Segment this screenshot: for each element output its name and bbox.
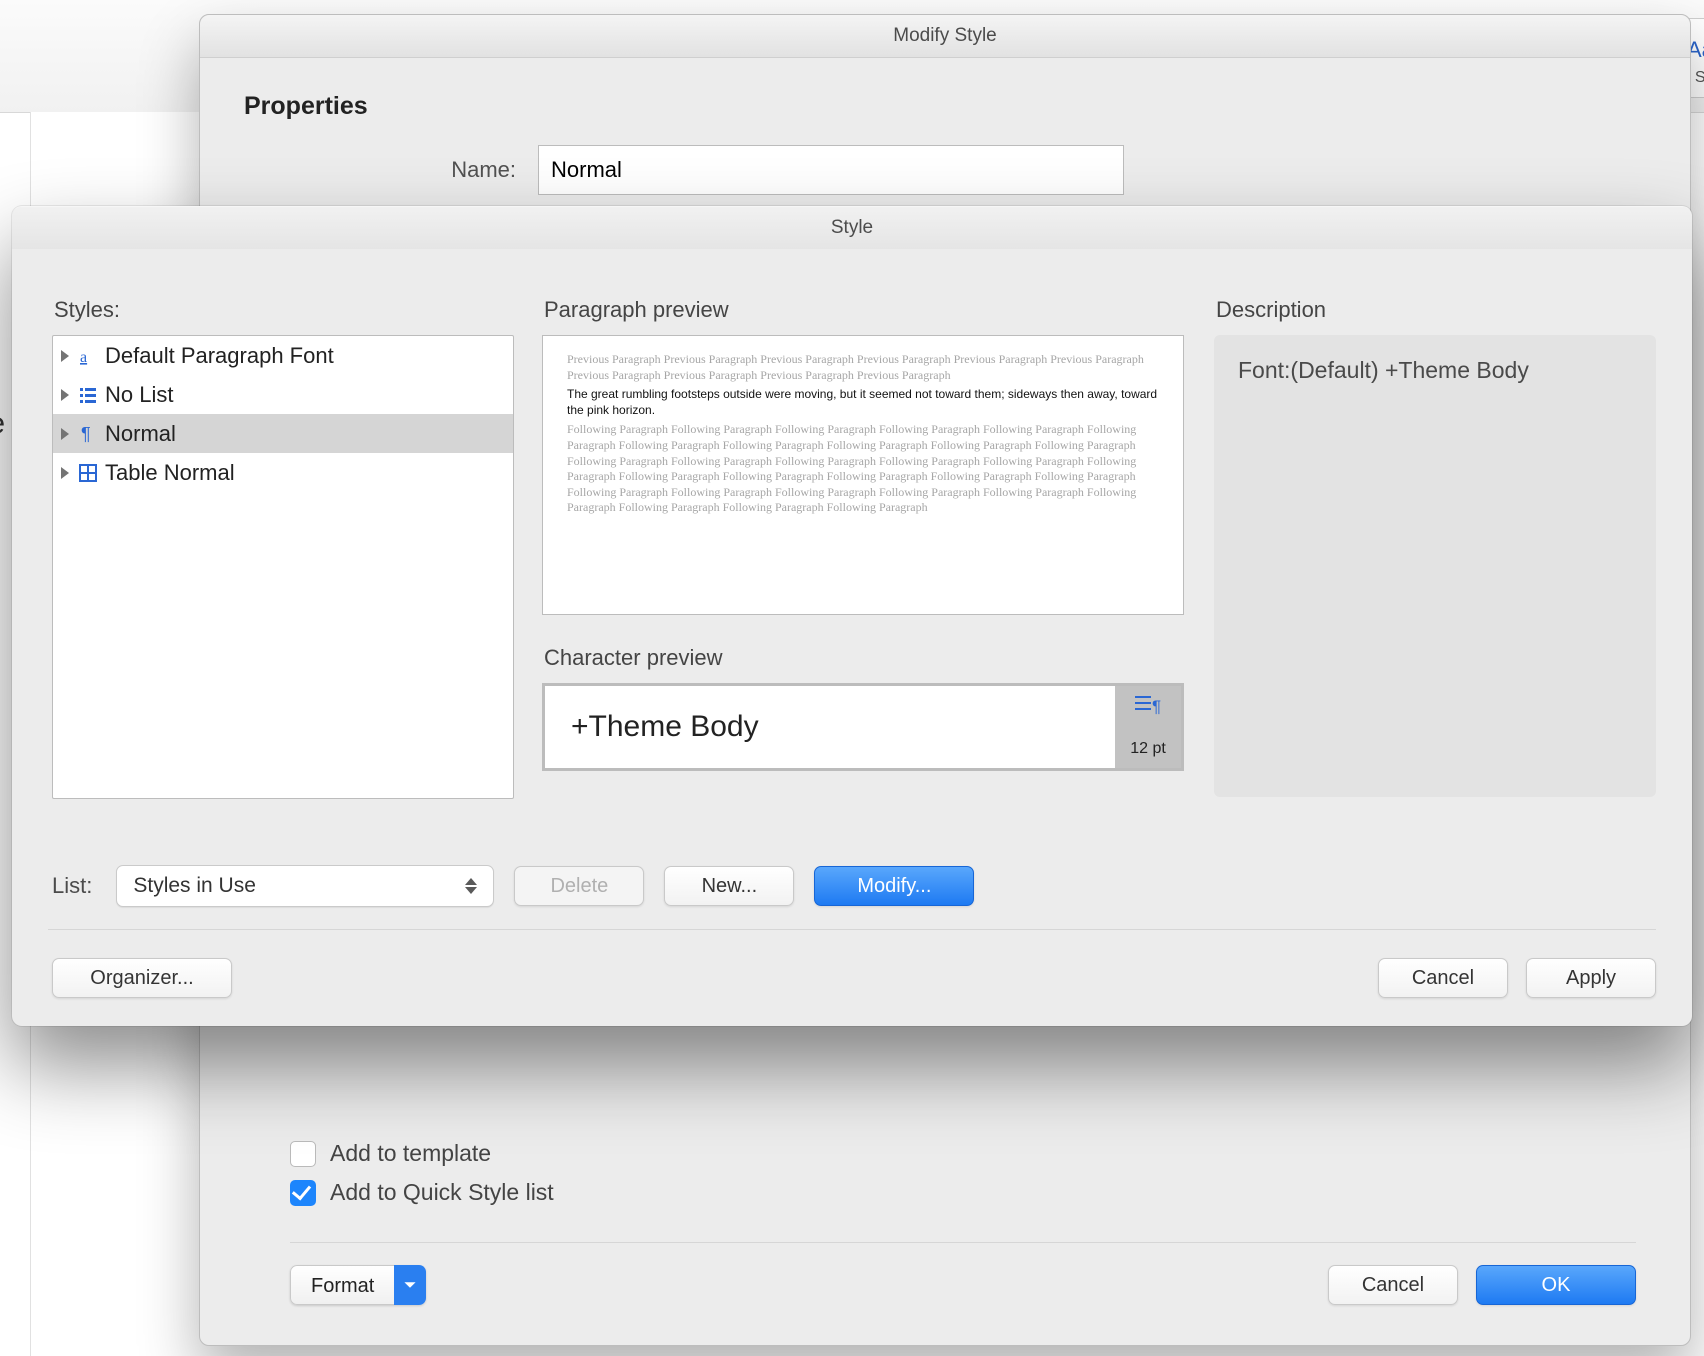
delete-button: Delete: [514, 866, 644, 906]
ok-button[interactable]: OK: [1476, 1265, 1636, 1305]
svg-text:a: a: [80, 349, 87, 366]
styles-listbox[interactable]: a Default Paragraph Font No List: [52, 335, 514, 799]
style-item-table-normal[interactable]: Table Normal: [53, 453, 513, 492]
list-select-value: Styles in Use: [133, 874, 256, 898]
paragraph-preview-heading: Paragraph preview: [544, 297, 1184, 323]
stepper-icon: [465, 878, 483, 894]
format-dropdown[interactable]: Format: [290, 1265, 426, 1305]
expand-icon: [61, 428, 69, 440]
add-to-quick-style-label: Add to Quick Style list: [330, 1179, 554, 1206]
character-preview-text: +Theme Body: [571, 710, 759, 744]
name-label: Name:: [451, 157, 516, 183]
apply-button[interactable]: Apply: [1526, 958, 1656, 998]
modify-button[interactable]: Modify...: [814, 866, 974, 906]
char-icon: a: [77, 346, 99, 366]
add-to-template-label: Add to template: [330, 1140, 491, 1167]
style-item-no-list[interactable]: No List: [53, 375, 513, 414]
styles-heading: Styles:: [54, 297, 512, 323]
style-item-default-paragraph-font[interactable]: a Default Paragraph Font: [53, 336, 513, 375]
list-icon: [77, 385, 99, 405]
preview-sample-text: The great rumbling footsteps outside wer…: [567, 387, 1159, 418]
add-to-template-checkbox[interactable]: [290, 1141, 316, 1167]
dialog-title: Style: [12, 207, 1692, 249]
cancel-button[interactable]: Cancel: [1328, 1265, 1458, 1305]
list-label: List:: [52, 873, 92, 899]
style-item-label: Table Normal: [105, 460, 235, 486]
character-preview-size: 12 pt: [1130, 740, 1166, 758]
style-item-label: Normal: [105, 421, 176, 447]
divider: [290, 1242, 1636, 1243]
style-name-input[interactable]: [538, 145, 1124, 195]
description-heading: Description: [1216, 297, 1656, 323]
paragraph-preview: Previous Paragraph Previous Paragraph Pr…: [542, 335, 1184, 615]
svg-text:¶: ¶: [1152, 697, 1161, 716]
description-box: Font:(Default) +Theme Body: [1214, 335, 1656, 797]
cropped-left-text: te k g a: [0, 400, 5, 592]
properties-heading: Properties: [244, 92, 1646, 121]
style-item-label: Default Paragraph Font: [105, 343, 334, 369]
preview-following-text: Following Paragraph Following Paragraph …: [567, 422, 1159, 516]
style-item-normal[interactable]: ¶ Normal: [53, 414, 513, 453]
expand-icon: [61, 389, 69, 401]
chevron-down-icon: [394, 1265, 426, 1305]
svg-text:¶: ¶: [81, 424, 91, 444]
character-preview-badge: ¶ 12 pt: [1115, 686, 1181, 768]
new-button[interactable]: New...: [664, 866, 794, 906]
format-dropdown-label: Format: [290, 1265, 394, 1305]
character-preview: +Theme Body ¶ 12 pt: [542, 683, 1184, 771]
style-item-label: No List: [105, 382, 173, 408]
character-preview-heading: Character preview: [544, 645, 1184, 671]
preview-previous-text: Previous Paragraph Previous Paragraph Pr…: [567, 352, 1159, 383]
list-select[interactable]: Styles in Use: [116, 865, 494, 907]
organizer-button[interactable]: Organizer...: [52, 958, 232, 998]
expand-icon: [61, 350, 69, 362]
description-text: Font:(Default) +Theme Body: [1238, 357, 1529, 383]
cancel-button[interactable]: Cancel: [1378, 958, 1508, 998]
paragraph-style-icon: ¶: [1133, 692, 1163, 716]
add-to-quick-style-checkbox[interactable]: [290, 1180, 316, 1206]
style-dialog: Style Styles: a Default Paragraph Font: [12, 206, 1692, 1026]
table-icon: [77, 463, 99, 483]
dialog-title: Modify Style: [200, 15, 1690, 58]
expand-icon: [61, 467, 69, 479]
pilcrow-icon: ¶: [77, 424, 99, 444]
